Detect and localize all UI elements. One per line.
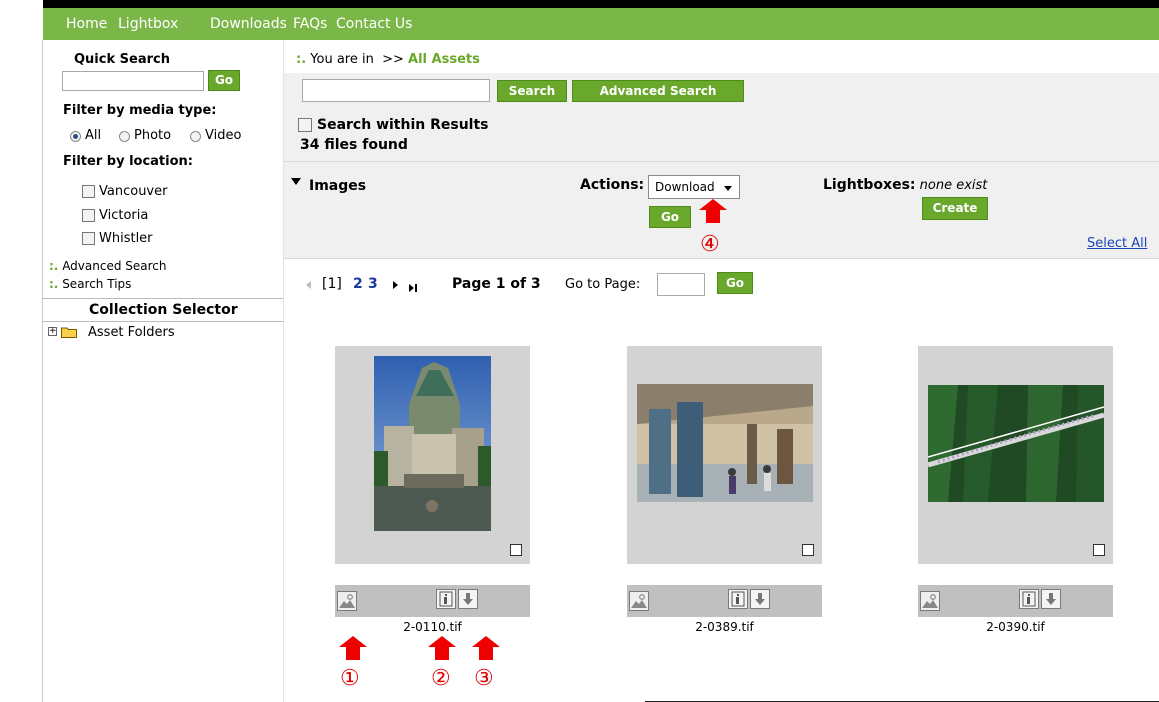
media-radio-photo[interactable] (119, 131, 130, 142)
lightboxes-label: Lightboxes: none exist (823, 177, 988, 193)
asset-select-checkbox[interactable] (802, 544, 814, 556)
top-navigation-bar: Home Lightbox Downloads FAQs Contact Us (43, 8, 1159, 40)
search-divider (284, 161, 1159, 162)
breadcrumb-prefix: You are in (310, 52, 374, 67)
actions-select[interactable]: Download (648, 175, 740, 199)
quick-search-go-button[interactable]: Go (208, 70, 240, 91)
files-found-count: 34 files found (300, 137, 408, 153)
next-page-icon[interactable] (393, 281, 398, 289)
preview-image-icon[interactable] (337, 591, 357, 611)
annotation-arrow-3 (472, 636, 500, 660)
nav-contact-us[interactable]: Contact Us (336, 16, 412, 32)
asset-action-bar (335, 585, 530, 617)
location-label-victoria: Victoria (99, 208, 149, 223)
asset-select-checkbox[interactable] (1093, 544, 1105, 556)
quick-search-input[interactable] (62, 71, 204, 91)
media-option-video-label: Video (205, 128, 242, 143)
annotation-marker-1: ① (340, 666, 360, 691)
actions-label: Actions: (580, 177, 645, 193)
collection-divider (43, 298, 283, 299)
asset-select-checkbox[interactable] (510, 544, 522, 556)
collection-selector-label: Collection Selector (89, 302, 238, 318)
asset-thumbnail[interactable] (627, 346, 822, 564)
left-margin (0, 0, 43, 702)
breadcrumb-current[interactable]: All Assets (408, 52, 480, 67)
images-section-label[interactable]: Images (309, 178, 366, 194)
annotation-arrow-1 (339, 636, 367, 660)
annotation-marker-3: ③ (474, 666, 494, 691)
annotation-arrow-4 (699, 199, 727, 223)
expand-toggle-icon[interactable]: + (48, 327, 57, 336)
page-link-2[interactable]: 2 (353, 276, 363, 292)
asset-photo[interactable] (637, 384, 813, 502)
select-all-link[interactable]: Select All (1087, 236, 1147, 251)
search-within-label: Search within Results (317, 117, 489, 133)
breadcrumb: :. You are in >> All Assets (296, 52, 480, 67)
sidebar: Quick Search Go Filter by media type: Al… (43, 40, 283, 702)
search-button[interactable]: Search (497, 80, 567, 102)
asset-action-bar (918, 585, 1113, 617)
annotation-marker-2: ② (431, 666, 451, 691)
download-icon[interactable] (458, 589, 478, 609)
advanced-search-link[interactable]: :. Advanced Search (49, 259, 167, 273)
asset-thumbnail[interactable] (918, 346, 1113, 564)
search-tips-link[interactable]: :. Search Tips (49, 277, 131, 291)
toolbar-divider (284, 258, 1159, 259)
collapse-triangle-icon[interactable] (291, 178, 301, 185)
asset-photo[interactable] (927, 385, 1105, 502)
asset-photo[interactable] (374, 356, 491, 531)
info-icon[interactable] (1019, 589, 1039, 609)
nav-home[interactable]: Home (66, 16, 107, 32)
nav-downloads[interactable]: Downloads (210, 16, 287, 32)
chevron-down-icon (724, 186, 732, 191)
search-input[interactable] (302, 79, 490, 102)
location-label-vancouver: Vancouver (99, 184, 168, 199)
location-checkbox-whistler[interactable] (82, 232, 95, 245)
asset-filename: 2-0389.tif (695, 620, 754, 634)
create-lightbox-button[interactable]: Create (922, 197, 988, 220)
top-black-strip (0, 0, 1159, 8)
filter-media-label: Filter by media type: (63, 103, 217, 118)
preview-image-icon[interactable] (629, 591, 649, 611)
asset-folders-label[interactable]: Asset Folders (88, 325, 175, 340)
breadcrumb-separator: >> (382, 52, 404, 67)
preview-image-icon[interactable] (920, 591, 940, 611)
breadcrumb-bullet: :. (296, 52, 307, 67)
location-checkbox-victoria[interactable] (82, 209, 95, 222)
location-label-whistler: Whistler (99, 231, 153, 246)
asset-filename: 2-0110.tif (403, 620, 462, 634)
nav-lightbox[interactable]: Lightbox (118, 16, 178, 32)
prev-page-icon[interactable] (306, 281, 311, 289)
annotation-marker-4: ④ (700, 232, 720, 257)
info-icon[interactable] (436, 589, 456, 609)
asset-action-bar (627, 585, 822, 617)
media-radio-all[interactable] (70, 131, 81, 142)
media-option-photo-label: Photo (134, 128, 172, 143)
asset-thumbnail[interactable] (335, 346, 530, 564)
folder-icon (61, 326, 77, 338)
last-page-icon[interactable] (409, 281, 417, 292)
annotation-arrow-2 (428, 636, 456, 660)
goto-page-go-button[interactable]: Go (717, 272, 753, 294)
page-link-3[interactable]: 3 (368, 276, 378, 292)
nav-faqs[interactable]: FAQs (293, 16, 327, 32)
media-radio-video[interactable] (190, 131, 201, 142)
collection-divider-bottom (43, 321, 283, 322)
search-within-checkbox[interactable] (298, 118, 312, 132)
goto-page-label: Go to Page: (565, 277, 641, 292)
page-link-current[interactable]: [1] (322, 276, 342, 292)
goto-page-input[interactable] (657, 273, 705, 296)
advanced-search-button[interactable]: Advanced Search (572, 80, 744, 102)
actions-go-button[interactable]: Go (649, 206, 691, 228)
page-info: Page 1 of 3 (452, 276, 541, 292)
filter-location-label: Filter by location: (63, 154, 193, 169)
media-option-all-label: All (85, 128, 102, 143)
location-checkbox-vancouver[interactable] (82, 185, 95, 198)
asset-filename: 2-0390.tif (986, 620, 1045, 634)
download-icon[interactable] (1041, 589, 1061, 609)
lightboxes-value: none exist (919, 178, 988, 193)
download-icon[interactable] (750, 589, 770, 609)
info-icon[interactable] (728, 589, 748, 609)
quick-search-label: Quick Search (74, 52, 170, 67)
